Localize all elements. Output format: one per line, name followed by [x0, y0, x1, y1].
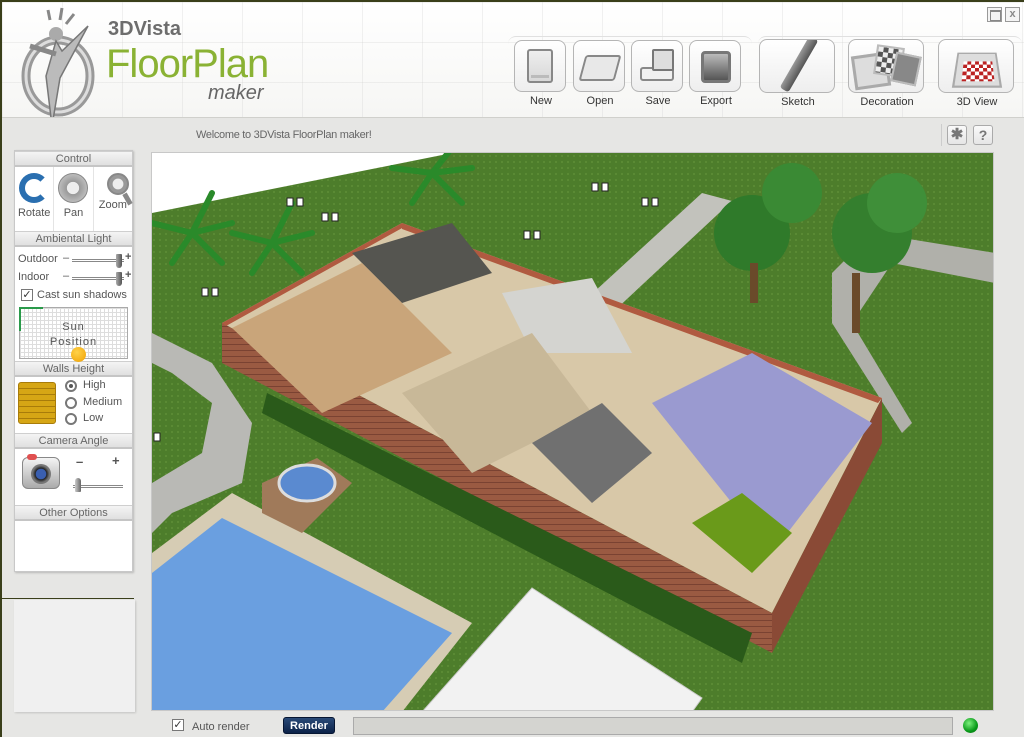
zoom-icon — [106, 173, 129, 195]
camera-angle-row: – + — [15, 449, 132, 505]
auto-render-label: Auto render — [192, 721, 250, 733]
camera-icon — [22, 454, 60, 489]
open-button[interactable]: Open — [573, 40, 627, 107]
zoom-tool[interactable]: Zoom — [94, 167, 132, 231]
save-disk-icon — [652, 49, 674, 71]
rotate-tool[interactable]: Rotate — [15, 167, 55, 231]
decoration-label: Decoration — [860, 96, 914, 108]
decoration-button[interactable]: Decoration — [848, 39, 926, 108]
outdoor-slider-thumb[interactable] — [116, 254, 122, 268]
sun-position-label: Sun Position — [20, 320, 127, 350]
3d-viewport[interactable] — [151, 152, 994, 711]
open-folder-icon — [578, 55, 622, 81]
logo-figure-icon — [21, 7, 95, 117]
camera-angle-slider[interactable] — [73, 478, 123, 492]
export-button[interactable]: Export — [689, 40, 743, 107]
gray-tile-icon — [890, 51, 922, 87]
settings-gear-icon[interactable]: ✱ — [947, 125, 967, 145]
brick-wall-icon — [18, 382, 56, 424]
welcome-message: Welcome to 3DVista FloorPlan maker! — [196, 129, 372, 141]
render-button[interactable]: Render — [283, 717, 335, 734]
indoor-plus: + — [125, 269, 132, 281]
pan-icon — [58, 173, 89, 203]
sun-position-pad[interactable]: Sun Position — [19, 307, 128, 362]
sun-label-line2: Position — [49, 336, 98, 348]
sun-label-line1: Sun — [62, 321, 85, 333]
walls-height-options: High Medium Low — [15, 377, 132, 433]
sketch-button[interactable]: Sketch — [759, 39, 837, 108]
app-logo: 3DVista FloorPlan maker — [16, 6, 276, 117]
walls-height-section-title: Walls Height — [15, 361, 132, 377]
status-indicator-icon — [963, 718, 978, 733]
help-buttons: ✱ ? — [941, 124, 995, 146]
camera-angle-section-title: Camera Angle — [15, 433, 132, 449]
medium-label: Medium — [83, 396, 123, 408]
bottom-bar: ✓ Auto render Render — [140, 713, 1024, 737]
auto-render-checkbox[interactable]: ✓ — [172, 719, 184, 731]
3d-room-icon — [951, 52, 1003, 88]
outdoor-light-slider[interactable] — [72, 254, 124, 268]
high-label: High — [83, 379, 106, 391]
new-document-icon — [527, 49, 553, 83]
3d-view-button[interactable]: 3D View — [938, 39, 1016, 108]
camera-minus: – — [76, 454, 84, 469]
outdoor-light-row: Outdoor – + — [15, 251, 132, 269]
outdoor-minus: – — [63, 252, 70, 264]
brand-subtitle: maker — [208, 82, 264, 104]
indoor-light-row: Indoor – + — [15, 269, 132, 287]
save-label: Save — [645, 95, 671, 107]
cast-shadows-checkbox[interactable]: ✓ — [21, 289, 33, 301]
export-icon — [701, 51, 731, 83]
rotate-label: Rotate — [17, 207, 51, 219]
camera-plus: + — [112, 453, 120, 468]
app-header: 3DVista FloorPlan maker x New Open Save … — [2, 2, 1024, 118]
ambient-light-section-title: Ambiental Light — [15, 231, 132, 247]
export-label: Export — [700, 95, 732, 107]
sidebar-panel: Control Rotate Pan Zoom Ambiental Light … — [14, 150, 133, 572]
pencil-icon — [779, 40, 819, 92]
indoor-minus: – — [63, 270, 70, 282]
pan-label: Pan — [63, 207, 84, 219]
close-button[interactable]: x — [1005, 7, 1020, 22]
left-lower-panel — [14, 600, 135, 712]
cast-shadows-label: Cast sun shadows — [37, 289, 127, 301]
jacuzzi-water — [277, 463, 337, 503]
low-label: Low — [83, 412, 104, 424]
indoor-label: Indoor — [18, 271, 50, 283]
sun-handle-icon[interactable] — [71, 347, 86, 362]
sketch-label: Sketch — [781, 96, 815, 108]
radio-high[interactable] — [65, 380, 77, 392]
camera-slider-thumb[interactable] — [75, 478, 81, 492]
render-progress-bar — [353, 717, 953, 735]
rotate-icon — [19, 173, 50, 203]
other-options-section-title: Other Options — [15, 505, 132, 521]
maximize-button[interactable] — [987, 7, 1002, 22]
pan-tool[interactable]: Pan — [54, 167, 94, 231]
control-section-title: Control — [15, 151, 132, 167]
indoor-light-slider[interactable] — [72, 272, 124, 286]
3d-scene — [152, 153, 993, 710]
open-label: Open — [586, 95, 614, 107]
radio-medium[interactable] — [65, 397, 77, 409]
left-divider — [2, 598, 134, 599]
brand-name-large: FloorPlan — [106, 42, 269, 86]
indoor-slider-thumb[interactable] — [116, 272, 122, 286]
radio-low[interactable] — [65, 413, 77, 425]
help-question-icon[interactable]: ? — [973, 125, 993, 145]
outdoor-label: Outdoor — [18, 253, 58, 265]
cast-shadows-row: ✓ Cast sun shadows — [15, 287, 132, 305]
new-label: New — [529, 95, 552, 107]
control-tools: Rotate Pan Zoom — [15, 167, 132, 231]
brand-name-small: 3DVista — [108, 18, 182, 40]
3d-view-label: 3D View — [956, 96, 998, 108]
save-button[interactable]: Save — [631, 40, 685, 107]
new-button[interactable]: New — [514, 40, 568, 107]
outdoor-plus: + — [125, 251, 132, 263]
other-options-body — [15, 521, 132, 569]
